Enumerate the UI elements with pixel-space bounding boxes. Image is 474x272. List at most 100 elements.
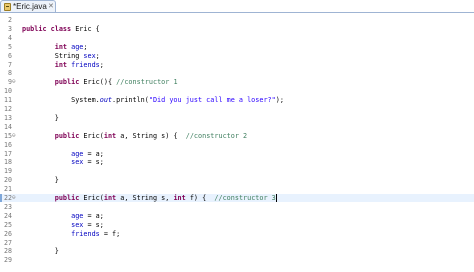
fold-minus-icon[interactable]: ⊖ xyxy=(12,78,16,86)
code-line-row[interactable]: 5 int age; xyxy=(0,43,474,51)
code-token: sex xyxy=(71,220,84,229)
code-token: = s; xyxy=(83,158,104,167)
code-line-row[interactable]: 6 String sex; xyxy=(0,52,474,60)
code-line-row[interactable]: 25 sex = s; xyxy=(0,221,474,229)
code-text: sex = s; xyxy=(22,158,104,166)
line-number: 11 xyxy=(4,96,12,105)
code-token: = a; xyxy=(83,211,104,220)
line-number: 12 xyxy=(4,105,12,113)
close-icon[interactable]: ✕ xyxy=(48,1,54,12)
code-line-row[interactable]: 4 xyxy=(0,34,474,42)
code-line-row[interactable]: 22 ⊖ public Eric(int a, String s, int f) … xyxy=(0,194,474,202)
code-line-row[interactable]: 14 xyxy=(0,123,474,131)
line-number: 16 xyxy=(4,140,12,149)
line-number: 3 xyxy=(8,24,12,33)
code-text: int friends; xyxy=(22,61,104,69)
code-line-row[interactable]: 15 ⊖ public Eric(int a, String s) { //con… xyxy=(0,132,474,140)
code-token: Eric( xyxy=(79,194,104,202)
code-token: age xyxy=(71,42,84,51)
code-line-row[interactable]: 7 int friends; xyxy=(0,61,474,69)
code-line-row[interactable]: 9 ⊖ public Eric(){ //constructor 1 xyxy=(0,78,474,86)
line-number: 14 xyxy=(4,122,12,131)
code-line-row[interactable]: 13 } xyxy=(0,114,474,122)
code-token: } xyxy=(22,113,59,122)
line-number: 25 xyxy=(4,220,12,229)
line-number: 19 xyxy=(4,167,12,176)
code-token: class xyxy=(50,24,72,33)
code-text: System.out.println("Did you just call me… xyxy=(22,96,284,104)
code-token: f) { xyxy=(185,194,215,202)
code-line-row[interactable]: 24 age = a; xyxy=(0,212,474,220)
code-token: Eric { xyxy=(71,24,100,33)
code-token: Eric(){ xyxy=(79,78,117,87)
code-line-row[interactable]: 3 public class Eric { xyxy=(0,25,474,33)
code-area[interactable]: 2 3 public class Eric {4 5 int age; 6 String… xyxy=(0,13,474,272)
line-number: 27 xyxy=(4,238,12,247)
code-token: friends xyxy=(71,60,100,69)
java-file-icon xyxy=(4,3,11,11)
code-line-row[interactable]: 29 xyxy=(0,256,474,264)
text-caret xyxy=(275,194,277,202)
code-line-row[interactable]: 18 sex = s; xyxy=(0,158,474,166)
code-token: int xyxy=(54,60,68,69)
code-token: ; xyxy=(99,60,104,69)
code-line-row[interactable]: 17 age = a; xyxy=(0,150,474,158)
code-text: String sex; xyxy=(22,52,100,60)
java-editor[interactable]: *Eric.java ✕ 2 3 public class Eric {4 5 int… xyxy=(0,0,474,272)
code-text: int age; xyxy=(22,43,88,51)
code-text: } xyxy=(22,176,59,184)
code-line-row[interactable]: 10 xyxy=(0,87,474,95)
code-text: } xyxy=(22,247,59,255)
code-token: a, String s, xyxy=(116,194,174,202)
line-number: 6 xyxy=(8,51,12,60)
editor-tab-eric-java[interactable]: *Eric.java ✕ xyxy=(0,0,56,12)
code-token: out xyxy=(99,96,113,105)
line-number: 18 xyxy=(4,158,12,167)
code-text: public Eric(int a, String s) { //constru… xyxy=(22,132,247,140)
line-number: 8 xyxy=(8,69,12,78)
code-token: System. xyxy=(22,96,100,105)
code-token: sex xyxy=(71,158,84,167)
code-token: } xyxy=(22,247,59,256)
code-line-row[interactable]: 27 xyxy=(0,239,474,247)
code-token: sex xyxy=(83,51,96,60)
code-token: public xyxy=(54,194,80,202)
code-token: = f; xyxy=(99,229,121,238)
code-line-row[interactable]: 2 xyxy=(0,16,474,24)
line-number: 15 xyxy=(4,131,12,140)
code-text: age = a; xyxy=(22,150,104,158)
code-token: friends xyxy=(71,229,100,238)
line-number: 23 xyxy=(4,202,12,211)
code-line-row[interactable]: 28 } xyxy=(0,247,474,255)
fold-minus-icon[interactable]: ⊖ xyxy=(12,194,16,202)
code-text: public Eric(int a, String s, int f) { //… xyxy=(22,194,277,202)
code-token: age xyxy=(71,211,84,220)
code-text: friends = f; xyxy=(22,230,120,238)
tab-label: *Eric.java xyxy=(13,2,47,11)
code-token: public xyxy=(54,131,80,140)
code-text: public Eric(){ //constructor 1 xyxy=(22,78,178,86)
code-token: age xyxy=(71,149,84,158)
code-line-row[interactable]: 19 xyxy=(0,167,474,175)
code-line-row[interactable]: 8 xyxy=(0,69,474,77)
line-number: 5 xyxy=(8,42,12,51)
editor-tab-bar: *Eric.java ✕ xyxy=(0,0,474,13)
code-token: = s; xyxy=(83,220,104,229)
code-line-row[interactable]: 23 xyxy=(0,203,474,211)
fold-minus-icon[interactable]: ⊖ xyxy=(12,132,16,140)
code-line-row[interactable]: 21 xyxy=(0,185,474,193)
code-line-row[interactable]: 20 } xyxy=(0,176,474,184)
code-line-row[interactable]: 16 xyxy=(0,141,474,149)
code-token: int xyxy=(54,42,68,51)
code-token: String xyxy=(22,51,84,60)
code-line-row[interactable]: 11 System.out.println("Did you just call… xyxy=(0,96,474,104)
code-line-row[interactable]: 26 friends = f; xyxy=(0,230,474,238)
code-line-row[interactable]: 12 xyxy=(0,105,474,113)
line-number: 2 xyxy=(8,16,12,24)
